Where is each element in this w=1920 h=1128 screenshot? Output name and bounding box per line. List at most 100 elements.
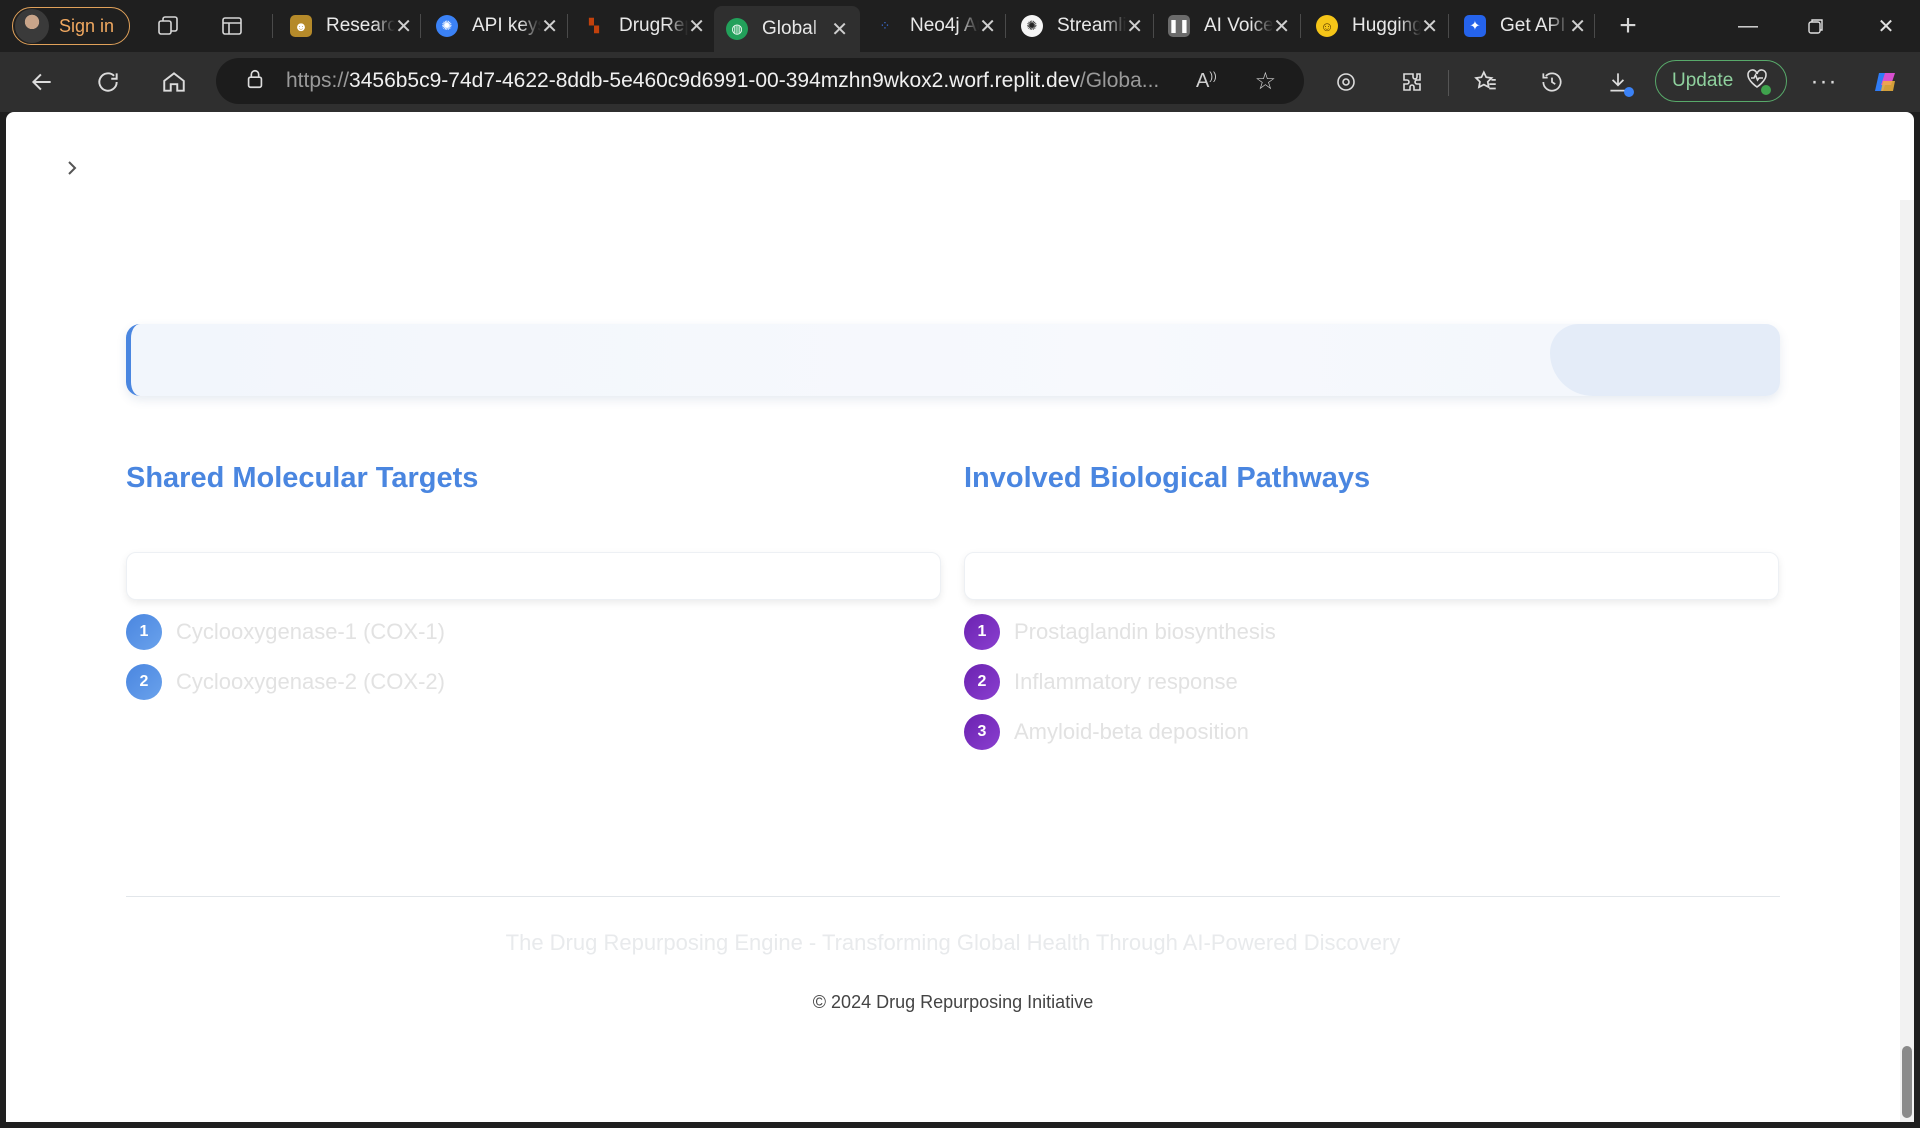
browser-tab-strip: Sign in ☻ Research ✕ ✺ API keys ✕ ▚ Drug… bbox=[0, 0, 1920, 52]
sign-in-label: Sign in bbox=[59, 15, 115, 36]
ai-voice-favicon-icon: ❚❚ bbox=[1168, 15, 1190, 37]
tab-drugre[interactable]: ▚ DrugRepurposing ✕ bbox=[571, 6, 717, 46]
list-item: 2 Inflammatory response bbox=[964, 664, 1779, 700]
url-text[interactable]: https://3456b5c9-74d7-4622-8ddb-5e460c9d… bbox=[286, 69, 1166, 93]
update-label: Update bbox=[1672, 70, 1734, 91]
favorites-icon[interactable] bbox=[1468, 64, 1504, 100]
research-favicon-icon: ☻ bbox=[290, 15, 312, 37]
banner-decoration bbox=[1550, 324, 1780, 396]
list-item: 1 Cyclooxygenase-1 (COX-1) bbox=[126, 614, 941, 650]
extensions-puzzle-icon[interactable] bbox=[1394, 64, 1430, 100]
close-tab-icon[interactable]: ✕ bbox=[688, 14, 705, 39]
neo4j-favicon-icon: ⁘ bbox=[879, 18, 891, 33]
openai-favicon-icon: ✺ bbox=[436, 15, 458, 37]
close-tab-icon[interactable]: ✕ bbox=[831, 17, 848, 42]
targets-card bbox=[126, 552, 941, 600]
refresh-icon[interactable] bbox=[90, 64, 126, 100]
pathways-heading: Involved Biological Pathways bbox=[964, 462, 1371, 494]
tab-ai-voice[interactable]: ❚❚ AI Voice ✕ bbox=[1156, 6, 1302, 46]
butterfly-favicon-icon: ✦ bbox=[1464, 15, 1486, 37]
close-tab-icon[interactable]: ✕ bbox=[1126, 14, 1143, 39]
close-window-icon[interactable]: ✕ bbox=[1866, 10, 1906, 42]
tab-global[interactable]: ◍ Global ✕ bbox=[714, 6, 860, 52]
lock-icon[interactable] bbox=[244, 68, 266, 95]
shared-targets-heading: Shared Molecular Targets bbox=[126, 462, 479, 494]
tab-title: AI Voice bbox=[1204, 15, 1274, 36]
replit-favicon-icon: ▚ bbox=[589, 18, 599, 33]
hugging-face-favicon-icon: ☺ bbox=[1316, 15, 1338, 37]
copilot-icon[interactable] bbox=[1868, 64, 1904, 100]
tab-separator bbox=[420, 14, 421, 38]
history-icon[interactable] bbox=[1534, 64, 1570, 100]
globe-favicon-icon: ◍ bbox=[726, 18, 748, 40]
tab-title: Hugging Face bbox=[1352, 15, 1422, 36]
tab-separator bbox=[1448, 14, 1449, 38]
list-item: 1 Prostaglandin biosynthesis bbox=[964, 614, 1779, 650]
read-aloud-icon[interactable]: A)) bbox=[1196, 70, 1217, 93]
page-viewport: Shared Molecular Targets 1 Cyclooxygenas… bbox=[6, 112, 1914, 1122]
browser-toolbar: https://3456b5c9-74d7-4622-8ddb-5e460c9d… bbox=[0, 52, 1920, 112]
sign-in-button[interactable]: Sign in bbox=[12, 7, 130, 45]
list-item: 2 Cyclooxygenase-2 (COX-2) bbox=[126, 664, 941, 700]
address-bar[interactable]: https://3456b5c9-74d7-4622-8ddb-5e460c9d… bbox=[216, 58, 1304, 104]
url-host: 3456b5c9-74d7-4622-8ddb-5e460c9d6991-00-… bbox=[349, 69, 1080, 92]
back-arrow-icon[interactable] bbox=[24, 64, 60, 100]
home-icon[interactable] bbox=[156, 64, 192, 100]
tab-separator bbox=[1594, 14, 1595, 38]
openai-extension-icon[interactable] bbox=[1328, 64, 1364, 100]
restore-icon[interactable] bbox=[1796, 10, 1836, 42]
vertical-tabs-icon[interactable] bbox=[216, 10, 248, 42]
tab-get-api[interactable]: ✦ Get API ✕ bbox=[1452, 6, 1598, 46]
sidebar-expand-chevron-icon[interactable] bbox=[62, 158, 82, 183]
downloads-icon[interactable] bbox=[1600, 64, 1636, 100]
scrollbar-thumb[interactable] bbox=[1902, 1046, 1912, 1118]
profile-avatar bbox=[15, 9, 49, 43]
list-item: 3 Amyloid-beta deposition bbox=[964, 714, 1779, 750]
close-tab-icon[interactable]: ✕ bbox=[395, 14, 412, 39]
item-number-badge: 1 bbox=[126, 614, 162, 650]
tab-neo4j[interactable]: ⁘ Neo4j Aura ✕ bbox=[862, 6, 1008, 46]
target-label: Cyclooxygenase-2 (COX-2) bbox=[176, 669, 445, 694]
target-label: Cyclooxygenase-1 (COX-1) bbox=[176, 619, 445, 644]
item-number-badge: 2 bbox=[126, 664, 162, 700]
tab-title: Get API bbox=[1500, 15, 1566, 36]
scrollbar-track[interactable] bbox=[1900, 200, 1914, 1122]
minimize-icon[interactable]: — bbox=[1728, 10, 1768, 42]
pathway-label: Prostaglandin biosynthesis bbox=[1014, 619, 1276, 644]
tab-separator bbox=[1300, 14, 1301, 38]
item-number-badge: 2 bbox=[964, 664, 1000, 700]
tab-stream[interactable]: ✺ Streamlit ✕ bbox=[1009, 6, 1155, 46]
tab-title: API keys bbox=[472, 15, 542, 36]
summary-banner bbox=[126, 324, 1780, 396]
more-menu-icon[interactable]: ··· bbox=[1806, 64, 1842, 100]
download-badge bbox=[1624, 87, 1634, 97]
tab-separator bbox=[567, 14, 568, 38]
tab-title: DrugRepurposing bbox=[619, 15, 689, 36]
new-tab-icon[interactable]: + bbox=[1612, 9, 1644, 42]
pathways-card bbox=[964, 552, 1779, 600]
update-button[interactable]: Update bbox=[1655, 60, 1787, 102]
tab-hugging-face[interactable]: ☺ Hugging Face ✕ bbox=[1304, 6, 1450, 46]
openai-favicon-icon: ✺ bbox=[1021, 15, 1043, 37]
tab-title: Neo4j Aura bbox=[910, 15, 979, 36]
item-number-badge: 1 bbox=[964, 614, 1000, 650]
url-scheme: https:// bbox=[286, 69, 350, 92]
workspaces-icon[interactable] bbox=[152, 10, 184, 42]
update-badge bbox=[1761, 85, 1772, 95]
close-tab-icon[interactable]: ✕ bbox=[1273, 14, 1290, 39]
url-path: /Globa... bbox=[1079, 69, 1160, 92]
pathways-section: Involved Biological Pathways 1 Prostagla… bbox=[964, 462, 1779, 750]
pathway-label: Amyloid-beta deposition bbox=[1014, 719, 1249, 744]
pathway-label: Inflammatory response bbox=[1014, 669, 1238, 694]
footer-tagline: The Drug Repurposing Engine - Transformi… bbox=[505, 930, 1401, 955]
close-tab-icon[interactable]: ✕ bbox=[979, 14, 996, 39]
tab-api-keys[interactable]: ✺ API keys ✕ bbox=[424, 6, 570, 46]
close-tab-icon[interactable]: ✕ bbox=[1421, 14, 1438, 39]
tab-research[interactable]: ☻ Research ✕ bbox=[278, 6, 424, 46]
tab-title: Streamlit bbox=[1057, 15, 1127, 36]
tab-separator bbox=[272, 14, 273, 38]
close-tab-icon[interactable]: ✕ bbox=[541, 14, 558, 39]
tab-title: Research bbox=[326, 15, 396, 36]
favorite-star-icon[interactable]: ☆ bbox=[1255, 67, 1277, 96]
close-tab-icon[interactable]: ✕ bbox=[1569, 14, 1586, 39]
